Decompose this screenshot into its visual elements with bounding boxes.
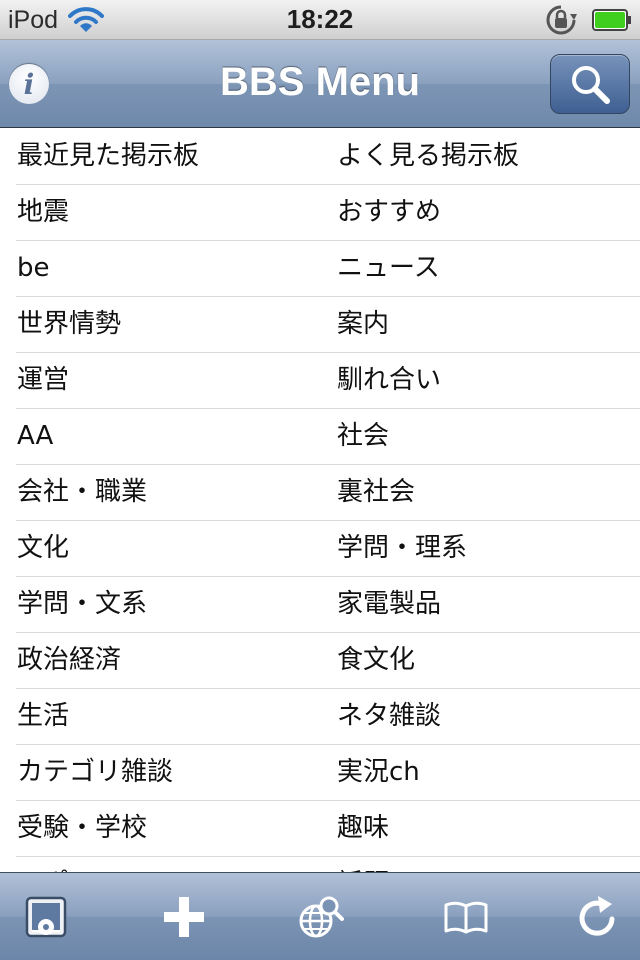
status-bar: iPod 18:22 [0, 0, 640, 40]
board-category-item[interactable]: 政治経済 [17, 633, 121, 688]
navigation-bar: i BBS Menu [0, 40, 640, 128]
globe-search-icon [299, 896, 344, 938]
board-category-item[interactable]: おすすめ [337, 185, 441, 240]
bookmarks-button[interactable] [436, 887, 496, 947]
list-row: 受験・学校 趣味 [0, 801, 640, 857]
board-category-item[interactable]: 会社・職業 [17, 465, 147, 520]
page-title: BBS Menu [220, 60, 420, 104]
board-category-list: 最近見た掲示板 よく見る掲示板 地震 おすすめ be ニュース 世界情勢 案内 … [0, 129, 640, 872]
search-button[interactable] [550, 54, 630, 114]
board-category-item[interactable]: 運営 [17, 353, 69, 408]
web-search-button[interactable] [290, 887, 350, 947]
list-row: 運営 馴れ合い [0, 353, 640, 409]
list-row: 地震 おすすめ [0, 185, 640, 241]
list-row: スポーツ 話題 [0, 857, 640, 872]
board-category-item[interactable]: 実況ch [337, 745, 420, 800]
board-category-item[interactable]: 学問・文系 [17, 577, 147, 632]
refresh-button[interactable] [568, 887, 628, 947]
board-category-item[interactable]: 地震 [17, 185, 69, 240]
board-category-item[interactable]: ネタ雑談 [337, 689, 441, 744]
list-row: 学問・文系 家電製品 [0, 577, 640, 633]
list-row: 政治経済 食文化 [0, 633, 640, 689]
battery-icon [592, 9, 631, 31]
list-row: 世界情勢 案内 [0, 297, 640, 353]
board-category-item[interactable]: 学問・理系 [337, 521, 467, 576]
status-right [544, 4, 632, 36]
plus-icon [164, 897, 204, 937]
list-row: 生活 ネタ雑談 [0, 689, 640, 745]
board-category-item[interactable]: 生活 [17, 689, 69, 744]
book-icon [444, 901, 488, 934]
board-category-item[interactable]: 話題 [337, 857, 389, 872]
board-category-item[interactable]: 文化 [17, 521, 69, 576]
board-category-item[interactable]: 社会 [337, 409, 389, 464]
board-category-item[interactable]: 案内 [337, 297, 389, 352]
board-category-item[interactable]: AA [17, 409, 53, 464]
bottom-toolbar [0, 872, 640, 960]
image-settings-button[interactable] [16, 887, 76, 947]
rotation-lock-icon [546, 5, 577, 35]
list-row: 文化 学問・理系 [0, 521, 640, 577]
board-category-item[interactable]: 馴れ合い [337, 353, 441, 408]
board-category-item[interactable]: ニュース [337, 241, 440, 296]
board-category-item[interactable]: スポーツ [17, 857, 120, 872]
board-category-item[interactable]: よく見る掲示板 [337, 129, 519, 184]
board-category-item[interactable]: 裏社会 [337, 465, 415, 520]
board-category-item[interactable]: 家電製品 [337, 577, 441, 632]
list-row: 会社・職業 裏社会 [0, 465, 640, 521]
board-category-item[interactable]: 最近見た掲示板 [17, 129, 199, 184]
list-row: 最近見た掲示板 よく見る掲示板 [0, 129, 640, 185]
refresh-icon [579, 896, 615, 936]
board-category-item[interactable]: 受験・学校 [17, 801, 147, 856]
board-category-item[interactable]: be [17, 241, 50, 296]
board-category-item[interactable]: カテゴリ雑談 [17, 745, 173, 800]
add-button[interactable] [154, 887, 214, 947]
board-category-item[interactable]: 食文化 [337, 633, 415, 688]
list-row: カテゴリ雑談 実況ch [0, 745, 640, 801]
board-category-item[interactable]: 世界情勢 [17, 297, 121, 352]
image-settings-icon [25, 896, 67, 938]
list-row: be ニュース [0, 241, 640, 297]
search-icon [572, 66, 610, 104]
list-row: AA 社会 [0, 409, 640, 465]
board-category-item[interactable]: 趣味 [337, 801, 389, 856]
